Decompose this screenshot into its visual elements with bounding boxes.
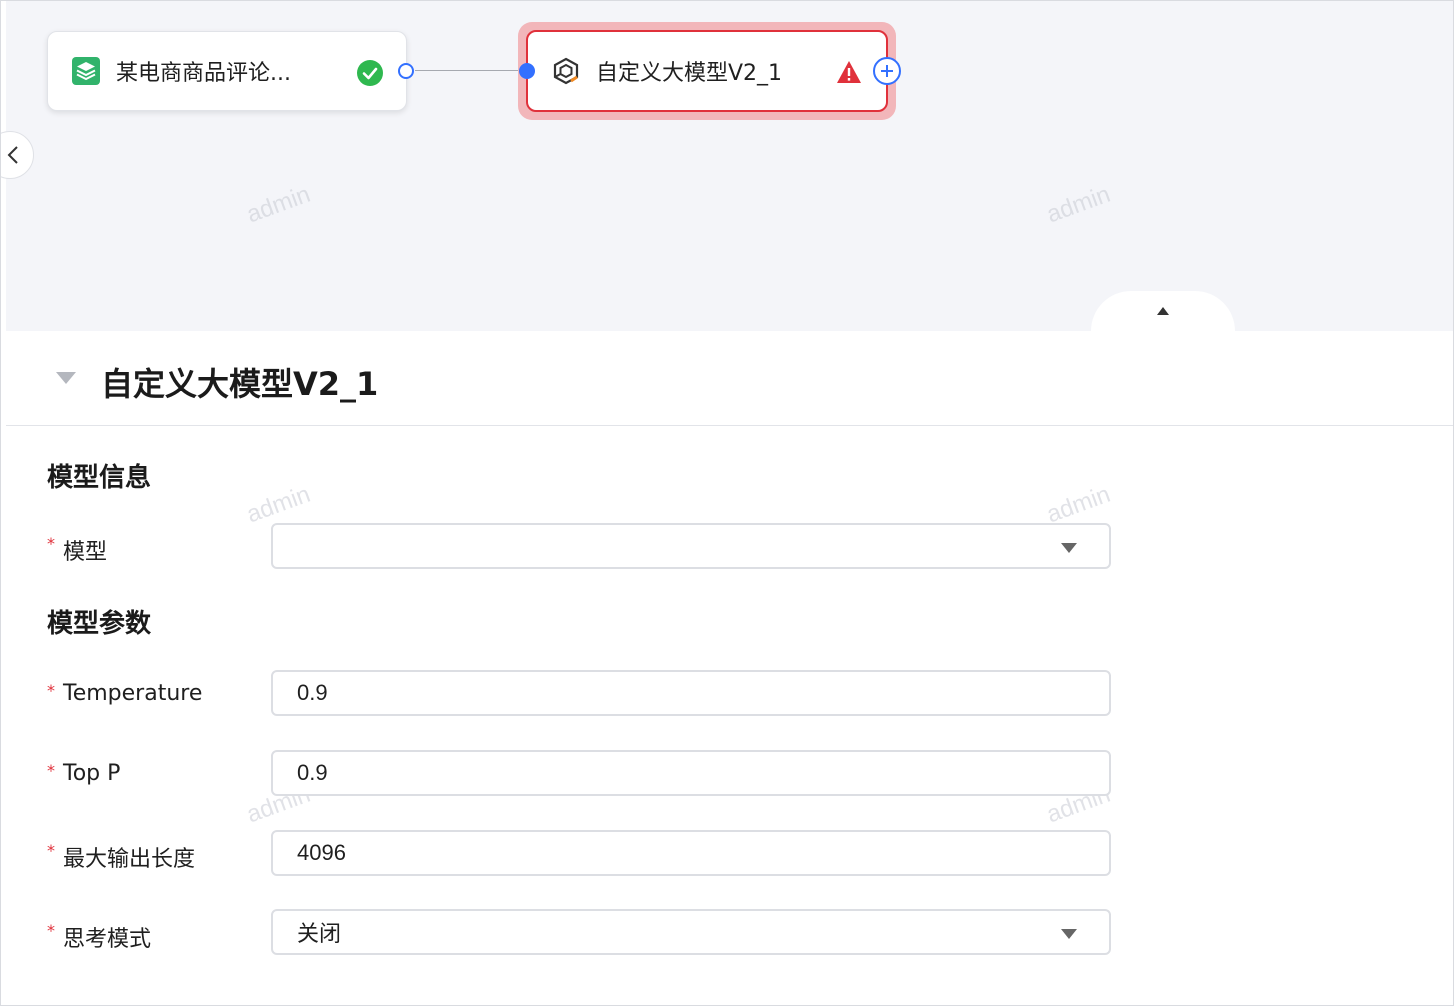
- required-marker: *: [47, 761, 55, 780]
- required-marker: *: [47, 841, 55, 860]
- required-marker: *: [47, 681, 55, 700]
- dataset-icon: [72, 57, 100, 85]
- connection-edge[interactable]: [415, 70, 523, 71]
- model-cube-icon: [553, 57, 579, 85]
- warning-icon: [837, 61, 861, 83]
- input-port[interactable]: [519, 63, 535, 79]
- field-label-thinking-mode: * 思考模式: [47, 921, 152, 952]
- chevron-left-icon: [7, 146, 18, 164]
- max-output-input[interactable]: 4096: [271, 830, 1111, 876]
- field-label-model: * 模型: [47, 534, 108, 565]
- required-marker: *: [47, 921, 55, 940]
- source-node[interactable]: 某电商商品评论...: [47, 31, 407, 111]
- section-title-model-info: 模型信息: [47, 463, 152, 493]
- panel-header: 自定义大模型V2_1: [6, 331, 1453, 426]
- chevron-down-icon: [1061, 929, 1077, 939]
- model-node[interactable]: 自定义大模型V2_1: [526, 30, 888, 112]
- caret-up-icon: [1157, 307, 1169, 315]
- required-marker: *: [47, 534, 55, 553]
- field-label-max-output: * 最大输出长度: [47, 841, 196, 872]
- model-node-selection: 自定义大模型V2_1: [518, 22, 896, 120]
- model-select[interactable]: [271, 523, 1111, 569]
- source-node-title: 某电商商品评论...: [116, 61, 291, 86]
- add-node-icon[interactable]: [872, 56, 902, 86]
- workflow-canvas[interactable]: admin admin 某电商商品评论... 自定义大模型V2_1: [1, 1, 1453, 331]
- top-p-input[interactable]: 0.9: [271, 750, 1111, 796]
- watermark: admin: [243, 180, 314, 229]
- thinking-mode-select[interactable]: 关闭: [271, 909, 1111, 955]
- output-port[interactable]: [398, 63, 414, 79]
- app-frame: admin admin 某电商商品评论... 自定义大模型V2_1 admin …: [0, 0, 1454, 1006]
- model-node-title: 自定义大模型V2_1: [596, 61, 783, 86]
- collapse-sidebar-button[interactable]: [1, 131, 34, 179]
- success-check-icon: [357, 60, 383, 86]
- field-label-temperature: * Temperature: [47, 681, 203, 706]
- config-panel: admin admin admin admin 自定义大模型V2_1 模型信息 …: [6, 331, 1453, 1005]
- watermark: admin: [1043, 180, 1114, 229]
- section-title-model-params: 模型参数: [47, 609, 152, 639]
- collapse-panel-icon[interactable]: [56, 372, 76, 384]
- chevron-down-icon: [1061, 543, 1077, 553]
- panel-title: 自定义大模型V2_1: [101, 365, 379, 403]
- field-label-top-p: * Top P: [47, 761, 121, 786]
- temperature-input[interactable]: 0.9: [271, 670, 1111, 716]
